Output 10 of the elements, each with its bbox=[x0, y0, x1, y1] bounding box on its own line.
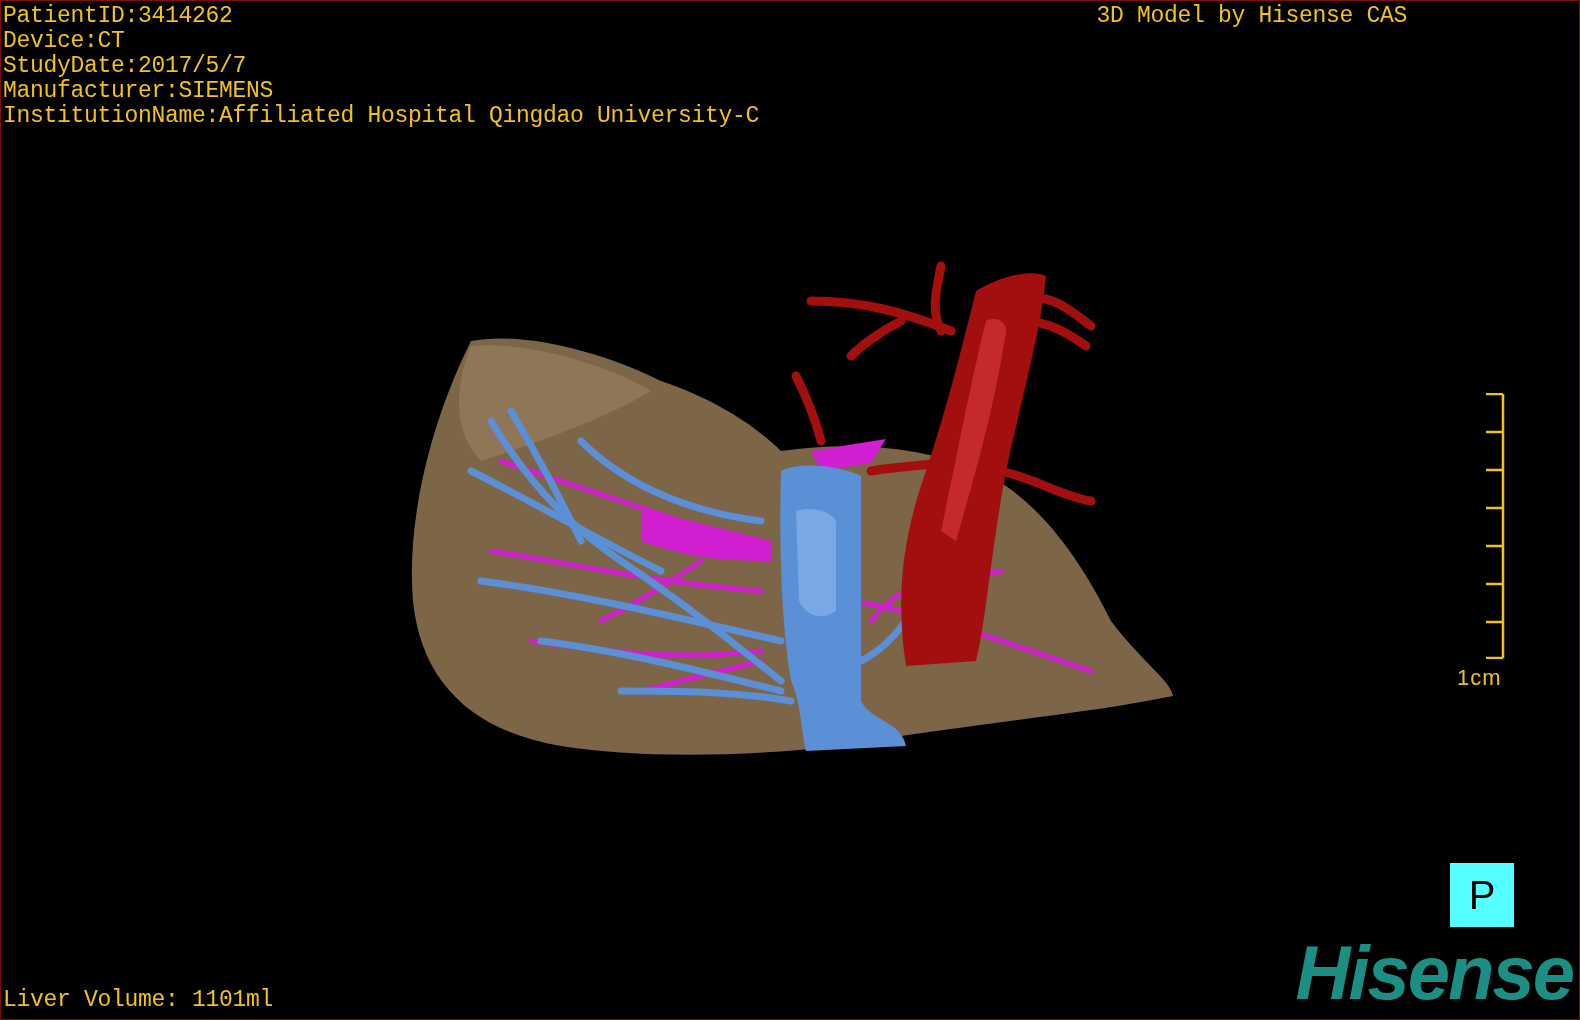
brand-logo: Hisense bbox=[1295, 935, 1573, 1011]
liver-volume-text: Liver Volume: 1101ml bbox=[3, 988, 274, 1013]
info-line: InstitutionName:Affiliated Hospital Qingdao University-C bbox=[3, 104, 760, 129]
info-line: Manufacturer:SIEMENS bbox=[3, 79, 275, 104]
orientation-marker: P bbox=[1450, 863, 1514, 927]
credit-text: 3D Model by Hisense CAS bbox=[1096, 4, 1407, 29]
info-line: Device:CT bbox=[3, 29, 126, 54]
info-line: StudyDate:2017/5/7 bbox=[3, 54, 248, 79]
scale-label: 1cm bbox=[1457, 664, 1502, 692]
info-line: PatientID:3414262 bbox=[3, 4, 234, 29]
